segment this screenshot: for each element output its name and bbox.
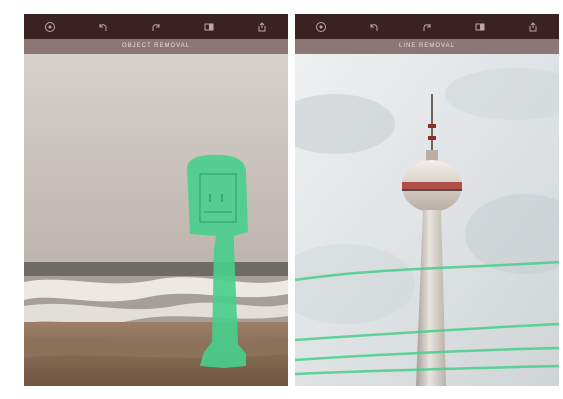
- line-removal-panel: LINE REMOVAL: [295, 14, 559, 386]
- brush-button[interactable]: [310, 16, 332, 38]
- object-removal-panel: OBJECT REMOVAL: [24, 14, 288, 386]
- redo-icon: [152, 23, 160, 31]
- redo-button[interactable]: [416, 16, 438, 38]
- mode-label: OBJECT REMOVAL: [24, 39, 288, 54]
- compare-icon: [475, 23, 485, 30]
- share-button[interactable]: [251, 16, 273, 38]
- share-button[interactable]: [522, 16, 544, 38]
- undo-icon: [99, 23, 107, 31]
- share-icon: [258, 21, 266, 31]
- brush-button[interactable]: [39, 16, 61, 38]
- mode-label: LINE REMOVAL: [295, 39, 559, 54]
- photo-canvas[interactable]: [295, 54, 559, 386]
- redo-button[interactable]: [145, 16, 167, 38]
- photo-canvas[interactable]: [24, 54, 288, 386]
- compare-icon: [204, 23, 214, 30]
- tv-tower-photo: [295, 54, 559, 386]
- brush-icon: [316, 21, 327, 32]
- undo-button[interactable]: [92, 16, 114, 38]
- beach-photo: [24, 54, 288, 386]
- toolbar: [24, 14, 288, 39]
- brush-icon: [45, 21, 56, 32]
- undo-icon: [370, 23, 378, 31]
- share-icon: [529, 21, 537, 31]
- undo-button[interactable]: [363, 16, 385, 38]
- compare-button[interactable]: [198, 16, 220, 38]
- toolbar: [295, 14, 559, 39]
- redo-icon: [423, 23, 431, 31]
- compare-button[interactable]: [469, 16, 491, 38]
